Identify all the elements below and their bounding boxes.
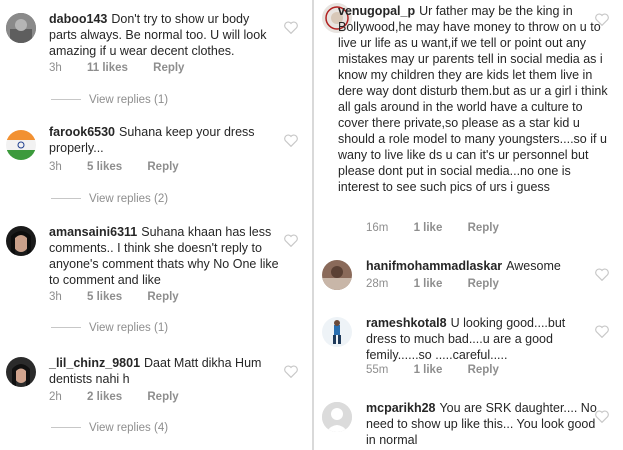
comment-username[interactable]: farook6530	[49, 125, 115, 139]
like-heart-icon[interactable]	[284, 365, 298, 378]
comment-text: mcparikh28 You are SRK daughter.... No ne…	[366, 400, 606, 448]
comment-item: venugopal_p Ur father may be the king in …	[314, 3, 623, 243]
view-replies-button[interactable]: View replies (1)	[51, 322, 168, 334]
view-replies-label: View replies (1)	[89, 322, 169, 334]
comment-text: hanifmohammadlaskar Awesome	[366, 258, 586, 274]
comment-username[interactable]: amansaini6311	[49, 225, 137, 239]
avatar[interactable]	[322, 260, 352, 290]
reply-button[interactable]: Reply	[147, 161, 178, 173]
like-heart-icon[interactable]	[595, 268, 609, 281]
replies-divider-line	[51, 427, 81, 429]
comment-item: _lil_chinz_9801 Daat Matt dikha Hum denti…	[0, 355, 312, 445]
comment-item: farook6530 Suhana keep your dress properl…	[0, 124, 312, 214]
comment-likes[interactable]: 1 like	[414, 222, 443, 234]
comment-likes[interactable]: 1 like	[414, 364, 443, 376]
like-heart-icon[interactable]	[595, 13, 609, 26]
view-replies-label: View replies (4)	[89, 422, 169, 434]
comment-text: farook6530 Suhana keep your dress properl…	[49, 124, 274, 156]
comment-text: rameshkotal8 U looking good....but dress …	[366, 315, 596, 363]
comment-time: 3h	[49, 161, 62, 173]
comment-time: 55m	[366, 364, 389, 376]
comment-username[interactable]: mcparikh28	[366, 401, 435, 415]
replies-divider-line	[51, 327, 81, 329]
like-heart-icon[interactable]	[595, 410, 609, 423]
view-replies-button[interactable]: View replies (4)	[51, 422, 168, 434]
avatar[interactable]	[6, 13, 36, 43]
reply-button[interactable]: Reply	[468, 222, 499, 234]
comment-item: mcparikh28 You are SRK daughter.... No ne…	[314, 400, 623, 450]
comment-username[interactable]: rameshkotal8	[366, 316, 447, 330]
like-heart-icon[interactable]	[595, 325, 609, 338]
comment-time: 28m	[366, 278, 389, 290]
comment-time: 3h	[49, 291, 62, 303]
comment-username[interactable]: daboo143	[49, 12, 107, 26]
comment-meta: 3h 5 likes Reply	[49, 161, 201, 173]
reply-button[interactable]: Reply	[153, 62, 184, 74]
comments-column-right: venugopal_p Ur father may be the king in …	[314, 0, 623, 450]
comment-item: hanifmohammadlaskar Awesome 28m 1 like Re…	[314, 258, 623, 298]
comment-username[interactable]: hanifmohammadlaskar	[366, 259, 502, 273]
comment-body: Ur father may be the king in Bollywood,h…	[338, 4, 608, 194]
reply-button[interactable]: Reply	[468, 278, 499, 290]
comment-meta: 55m 1 like Reply	[366, 364, 521, 376]
view-replies-label: View replies (1)	[89, 94, 169, 106]
like-heart-icon[interactable]	[284, 21, 298, 34]
replies-divider-line	[51, 198, 81, 200]
comment-text: _lil_chinz_9801 Daat Matt dikha Hum denti…	[49, 355, 274, 387]
comment-item: daboo143 Don't try to show ur body parts …	[0, 11, 312, 111]
comment-likes[interactable]: 5 likes	[87, 291, 122, 303]
comment-content: venugopal_p Ur father may be the king in …	[338, 3, 610, 195]
comment-time: 16m	[366, 222, 389, 234]
replies-divider-line	[51, 99, 81, 101]
comment-body: Awesome	[506, 259, 561, 273]
view-replies-button[interactable]: View replies (1)	[51, 94, 168, 106]
view-replies-label: View replies (2)	[89, 193, 169, 205]
comment-text: amansaini6311 Suhana khaan has less comme…	[49, 224, 289, 288]
comment-meta: 2h 2 likes Reply	[49, 391, 201, 403]
comment-likes[interactable]: 11 likes	[87, 62, 128, 74]
avatar[interactable]	[6, 226, 36, 256]
comments-column-left: daboo143 Don't try to show ur body parts …	[0, 0, 312, 450]
like-heart-icon[interactable]	[284, 134, 298, 147]
avatar[interactable]	[6, 130, 36, 160]
comment-item: rameshkotal8 U looking good....but dress …	[314, 315, 623, 380]
avatar[interactable]	[322, 317, 352, 347]
like-heart-icon[interactable]	[284, 234, 298, 247]
avatar[interactable]	[6, 357, 36, 387]
comment-meta: 16m 1 like Reply	[366, 222, 521, 234]
comment-time: 3h	[49, 62, 62, 74]
comment-meta: 3h 11 likes Reply	[49, 62, 206, 74]
reply-button[interactable]: Reply	[147, 391, 178, 403]
reply-button[interactable]: Reply	[147, 291, 178, 303]
avatar[interactable]	[322, 402, 352, 432]
comment-text: daboo143 Don't try to show ur body parts …	[49, 11, 274, 59]
comment-meta: 28m 1 like Reply	[366, 278, 521, 290]
reply-button[interactable]: Reply	[468, 364, 499, 376]
comment-username[interactable]: venugopal_p	[338, 4, 415, 18]
comment-likes[interactable]: 1 like	[414, 278, 443, 290]
comment-username[interactable]: _lil_chinz_9801	[49, 356, 140, 370]
comment-likes[interactable]: 2 likes	[87, 391, 122, 403]
comment-time: 2h	[49, 391, 62, 403]
comment-item: amansaini6311 Suhana khaan has less comme…	[0, 224, 312, 334]
comment-likes[interactable]: 5 likes	[87, 161, 122, 173]
comment-meta: 3h 5 likes Reply	[49, 291, 201, 303]
view-replies-button[interactable]: View replies (2)	[51, 193, 168, 205]
